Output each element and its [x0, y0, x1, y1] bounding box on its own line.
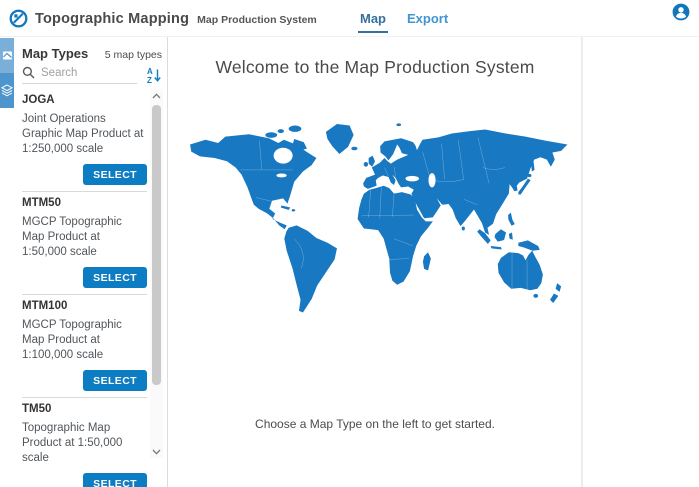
map-type-list: JOGA Joint Operations Graphic Map Produc…	[22, 89, 147, 487]
list-item-mtm100: MTM100 MGCP Topographic Map Product at 1…	[22, 295, 147, 398]
select-button-tm50[interactable]: SELECT	[83, 473, 147, 487]
map-type-name: MTM100	[22, 299, 147, 313]
app-window: Topographic Mapping Map Production Syste…	[0, 0, 699, 487]
search-icon	[22, 66, 35, 79]
map-type-description: Topographic Map Product at 1:50,000 scal…	[22, 421, 147, 466]
main-area: Welcome to the Map Production System	[169, 37, 699, 487]
scrollbar-thumb[interactable]	[152, 105, 161, 385]
search-box	[22, 66, 137, 84]
map-type-description: MGCP Topographic Map Product at 1:50,000…	[22, 215, 147, 260]
globe-logo-icon	[9, 9, 28, 28]
tab-map[interactable]: Map	[360, 0, 386, 37]
app-subtitle: Map Production System	[197, 14, 317, 26]
map-types-panel: Map Types 5 map types A Z	[14, 37, 167, 487]
map-type-description: MGCP Topographic Map Product at 1:100,00…	[22, 318, 147, 363]
select-button-joga[interactable]: SELECT	[83, 164, 147, 185]
welcome-panel: Welcome to the Map Production System	[169, 37, 583, 487]
select-button-mtm50[interactable]: SELECT	[83, 267, 147, 288]
panel-title: Map Types	[22, 46, 88, 61]
list-item-mtm50: MTM50 MGCP Topographic Map Product at 1:…	[22, 192, 147, 295]
brand: Topographic Mapping Map Production Syste…	[9, 0, 317, 37]
svg-text:A: A	[147, 67, 153, 76]
select-button-mtm100[interactable]: SELECT	[83, 370, 147, 391]
map-type-name: MTM50	[22, 196, 147, 210]
instruction-text: Choose a Map Type on the left to get sta…	[169, 417, 581, 431]
app-header: Topographic Mapping Map Production Syste…	[0, 0, 699, 37]
sidebar-scrollbar[interactable]	[150, 89, 163, 458]
sort-az-icon[interactable]: A Z	[145, 66, 162, 84]
list-item-tm50: TM50 Topographic Map Product at 1:50,000…	[22, 398, 147, 487]
map-type-name: JOGA	[22, 93, 147, 107]
chevron-down-icon[interactable]	[150, 445, 163, 458]
svg-text:Z: Z	[147, 76, 152, 84]
account-icon[interactable]	[672, 3, 690, 21]
layers-tool-icon[interactable]	[0, 73, 14, 108]
top-tab-bar: Map Export	[360, 0, 448, 37]
list-item-joga: JOGA Joint Operations Graphic Map Produc…	[22, 89, 147, 192]
search-input[interactable]	[41, 67, 131, 79]
welcome-title: Welcome to the Map Production System	[169, 57, 581, 78]
map-types-tool-icon[interactable]	[0, 38, 14, 73]
map-types-sidebar: Map Types 5 map types A Z	[0, 37, 168, 487]
world-map	[177, 120, 573, 320]
map-type-count: 5 map types	[105, 49, 162, 61]
action-bar	[0, 38, 14, 108]
app-title: Topographic Mapping	[35, 11, 189, 27]
chevron-up-icon[interactable]	[150, 89, 163, 102]
search-row: A Z	[22, 66, 162, 84]
map-type-description: Joint Operations Graphic Map Product at …	[22, 112, 147, 157]
map-type-name: TM50	[22, 402, 147, 416]
tab-export[interactable]: Export	[407, 0, 448, 37]
panel-header: Map Types 5 map types	[14, 37, 167, 63]
